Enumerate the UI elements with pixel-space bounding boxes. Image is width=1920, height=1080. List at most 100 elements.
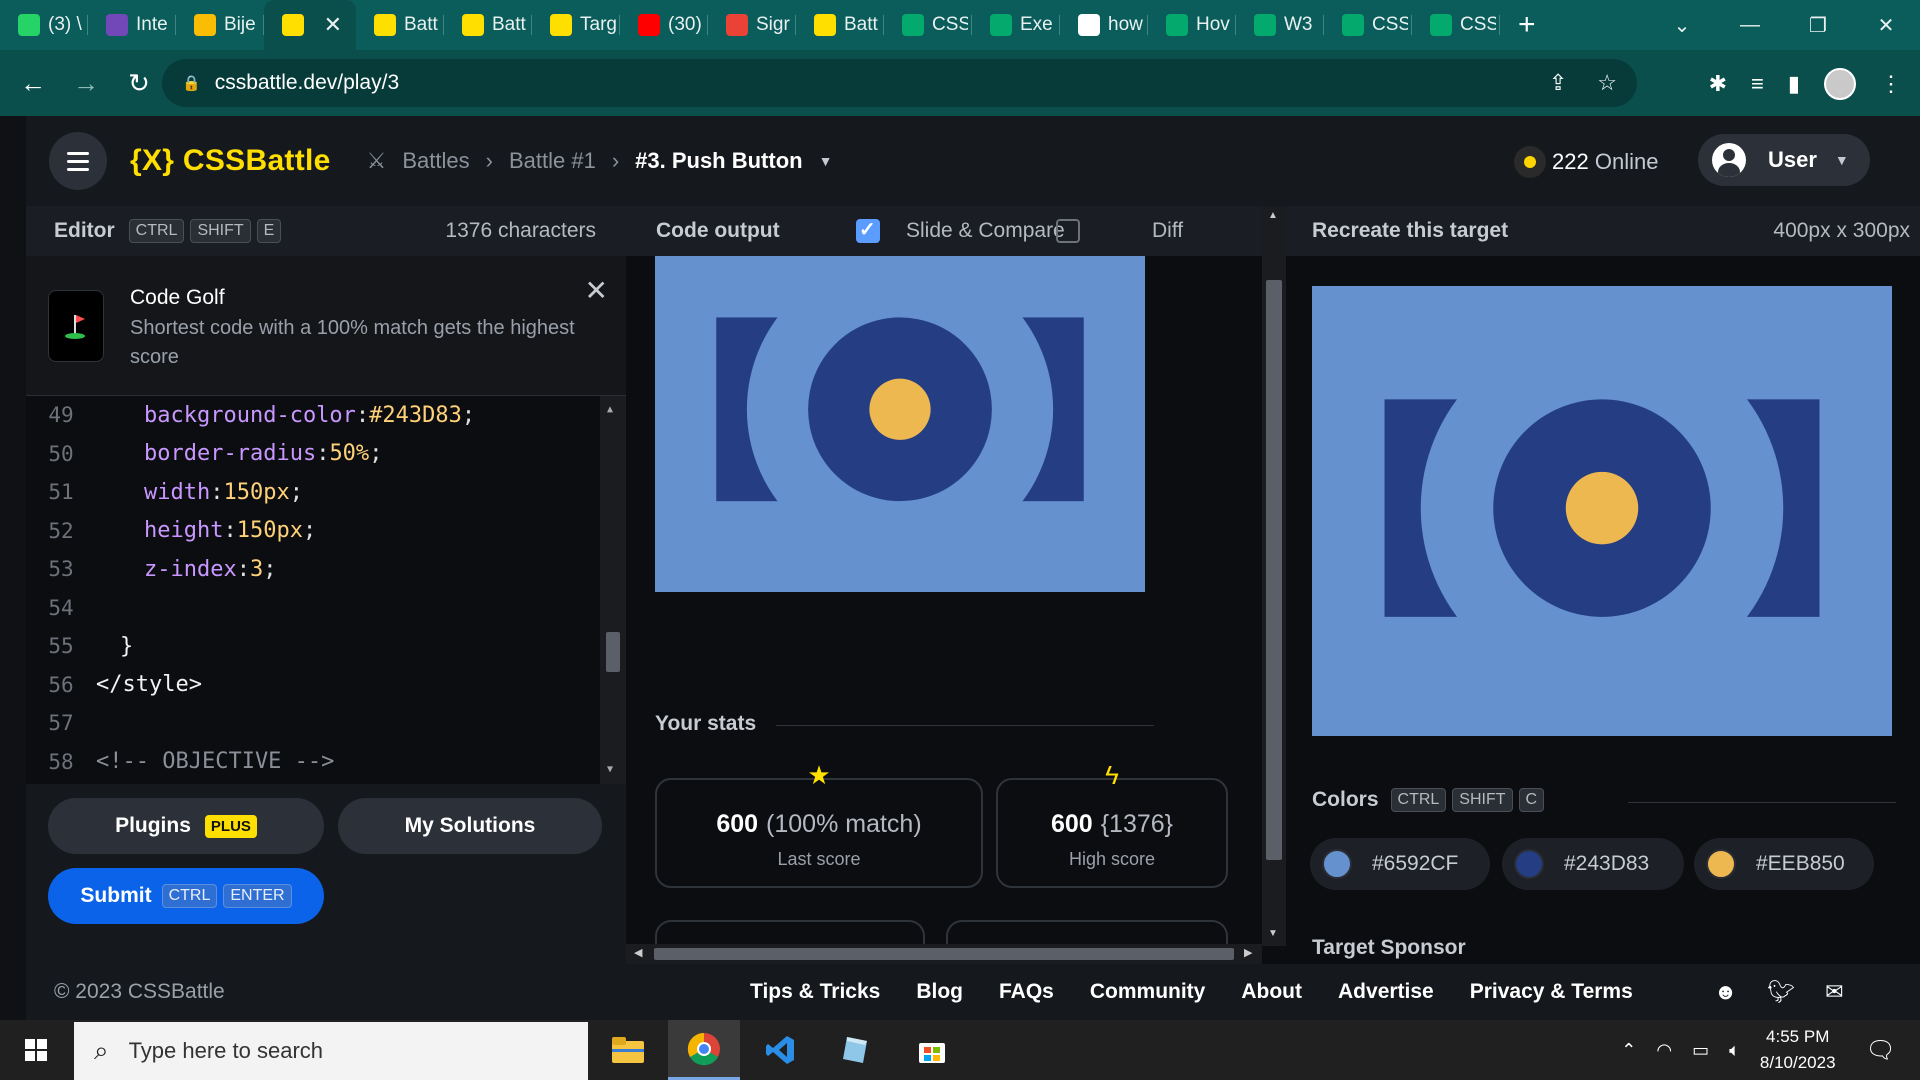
output-vertical-scrollbar[interactable]: ▲ ▼ [1262, 206, 1286, 946]
code-line[interactable]: 49 background-color: #243D83; [26, 396, 626, 435]
notes-app-icon[interactable] [820, 1020, 892, 1080]
slide-compare-checkbox[interactable] [856, 217, 898, 244]
browser-tab[interactable]: Sigr [708, 0, 796, 50]
side-panel-icon[interactable]: ▮ [1788, 71, 1800, 97]
discord-icon[interactable]: ☻ [1714, 979, 1737, 1005]
close-window-button[interactable]: ✕ [1852, 13, 1920, 38]
caret-down-icon[interactable]: ▼ [819, 153, 833, 169]
footer-link-tips[interactable]: Tips & Tricks [750, 980, 880, 1004]
browser-tab[interactable]: (3) \ [0, 0, 88, 50]
scroll-left-icon[interactable]: ◀ [634, 946, 642, 959]
file-explorer-icon[interactable] [592, 1020, 664, 1080]
output-horizontal-scrollbar[interactable]: ◀ ▶ [626, 944, 1262, 964]
code-line[interactable]: 57 [26, 704, 626, 743]
scrollbar-thumb[interactable] [1266, 280, 1282, 860]
footer-link-about[interactable]: About [1241, 980, 1302, 1004]
user-menu-button[interactable]: User ▼ [1698, 134, 1870, 186]
bookmark-star-icon[interactable]: ☆ [1597, 70, 1617, 96]
browser-tab[interactable]: W3 [1236, 0, 1324, 50]
slide-compare-label[interactable]: Slide & Compare [906, 219, 1065, 243]
footer-link-privacy[interactable]: Privacy & Terms [1470, 980, 1633, 1004]
browser-tab[interactable]: (30) [620, 0, 708, 50]
url-text[interactable]: cssbattle.dev/play/3 [215, 71, 399, 95]
address-bar[interactable]: 🔒 cssbattle.dev/play/3 ⇪ ☆ [162, 59, 1637, 107]
mail-icon[interactable]: ✉ [1825, 979, 1843, 1005]
browser-tab[interactable]: Batt [356, 0, 444, 50]
browser-tab[interactable]: Batt [444, 0, 532, 50]
my-solutions-button[interactable]: My Solutions [338, 798, 602, 854]
microsoft-store-icon[interactable] [896, 1020, 968, 1080]
browser-tab[interactable]: ✕ [264, 0, 356, 50]
profile-avatar[interactable] [1824, 68, 1856, 100]
scroll-down-icon[interactable]: ▼ [1268, 928, 1278, 939]
back-button[interactable]: ← [13, 68, 53, 99]
browser-tab[interactable]: Inte [88, 0, 176, 50]
extensions-icon[interactable]: ✱ [1709, 71, 1727, 97]
browser-tab[interactable]: CSS [1324, 0, 1412, 50]
tab-search-icon[interactable]: ⌄ [1648, 13, 1716, 38]
footer-link-blog[interactable]: Blog [916, 980, 963, 1004]
target-image[interactable] [1312, 286, 1892, 736]
browser-tab[interactable]: Batt [796, 0, 884, 50]
footer-link-advertise[interactable]: Advertise [1338, 980, 1434, 1004]
scroll-right-icon[interactable]: ▶ [1244, 946, 1252, 959]
taskbar-search-box[interactable]: ⌕ Type here to search [74, 1022, 588, 1080]
forward-button[interactable]: → [66, 68, 106, 99]
code-line[interactable]: 51 width:150px; [26, 473, 626, 512]
code-editor[interactable]: 49 background-color: #243D83; 50 border-radi… [26, 396, 626, 784]
scroll-up-icon[interactable]: ▲ [1268, 210, 1278, 221]
taskbar-clock[interactable]: 4:55 PM 8/10/2023 [1760, 1024, 1836, 1076]
scroll-up-icon[interactable]: ▲ [607, 404, 613, 415]
scrollbar-thumb[interactable] [606, 632, 620, 672]
scrollbar-thumb[interactable] [654, 948, 1234, 960]
browser-tab[interactable]: Targ [532, 0, 620, 50]
browser-tab[interactable]: CSS [1412, 0, 1500, 50]
code-line[interactable]: 55} [26, 627, 626, 666]
code-line[interactable]: 50 border-radius:50%; [26, 435, 626, 474]
chevron-up-icon[interactable]: ⌃ [1621, 1040, 1636, 1061]
chrome-icon[interactable] [668, 1020, 740, 1080]
code-output-preview[interactable] [655, 256, 1145, 592]
breadcrumb-battle[interactable]: Battle #1 [509, 148, 596, 174]
windows-start-button[interactable] [0, 1020, 72, 1080]
footer-link-faqs[interactable]: FAQs [999, 980, 1054, 1004]
color-swatch-3[interactable]: #EEB850 [1694, 838, 1874, 890]
scroll-down-icon[interactable]: ▼ [607, 764, 613, 775]
browser-tab[interactable]: Hov [1148, 0, 1236, 50]
editor-scrollbar[interactable]: ▲ ▼ [600, 396, 626, 784]
close-tab-icon[interactable]: ✕ [324, 12, 342, 38]
cssbattle-logo[interactable]: {X} CSSBattle [130, 144, 331, 178]
plugins-button[interactable]: Plugins PLUS [48, 798, 324, 854]
code-line[interactable]: 58 <!-- OBJECTIVE --> [26, 743, 626, 782]
media-icon[interactable]: ≡ [1751, 71, 1764, 97]
code-line[interactable]: 54 [26, 589, 626, 628]
twitter-icon[interactable]: 🐦︎ [1767, 979, 1795, 1005]
footer-link-community[interactable]: Community [1090, 980, 1206, 1004]
vscode-icon[interactable] [744, 1020, 816, 1080]
color-swatch-2[interactable]: #243D83 [1502, 838, 1684, 890]
code-line[interactable]: 53 z-index:3; [26, 550, 626, 589]
browser-tab[interactable]: how [1060, 0, 1148, 50]
submit-button[interactable]: Submit CTRL ENTER [48, 868, 324, 924]
reload-button[interactable]: ↻ [119, 68, 159, 99]
breadcrumb-battles[interactable]: Battles [402, 148, 469, 174]
color-swatch-1[interactable]: #6592CF [1310, 838, 1490, 890]
browser-tab[interactable]: Exe [972, 0, 1060, 50]
minimize-button[interactable]: — [1716, 14, 1784, 37]
diff-label[interactable]: Diff [1152, 219, 1183, 243]
wifi-icon[interactable]: ◠ [1656, 1040, 1672, 1061]
breadcrumb-current[interactable]: #3. Push Button [635, 148, 802, 174]
restore-button[interactable]: ❐ [1784, 13, 1852, 38]
battery-icon[interactable]: ▭ [1692, 1040, 1709, 1061]
close-icon[interactable]: ✕ [585, 274, 608, 307]
notifications-icon[interactable]: 🗨︎ [1866, 1036, 1896, 1065]
code-line[interactable]: 56 </style> [26, 666, 626, 705]
browser-tab[interactable]: Bije [176, 0, 264, 50]
diff-checkbox[interactable] [1056, 219, 1098, 244]
hamburger-menu-button[interactable] [49, 132, 107, 190]
share-icon[interactable]: ⇪ [1549, 70, 1567, 96]
code-line[interactable]: 52 height:150px; [26, 512, 626, 551]
browser-tab[interactable]: CSS [884, 0, 972, 50]
new-tab-button[interactable]: + [1518, 8, 1554, 42]
browser-menu-icon[interactable]: ⋮ [1880, 71, 1902, 97]
